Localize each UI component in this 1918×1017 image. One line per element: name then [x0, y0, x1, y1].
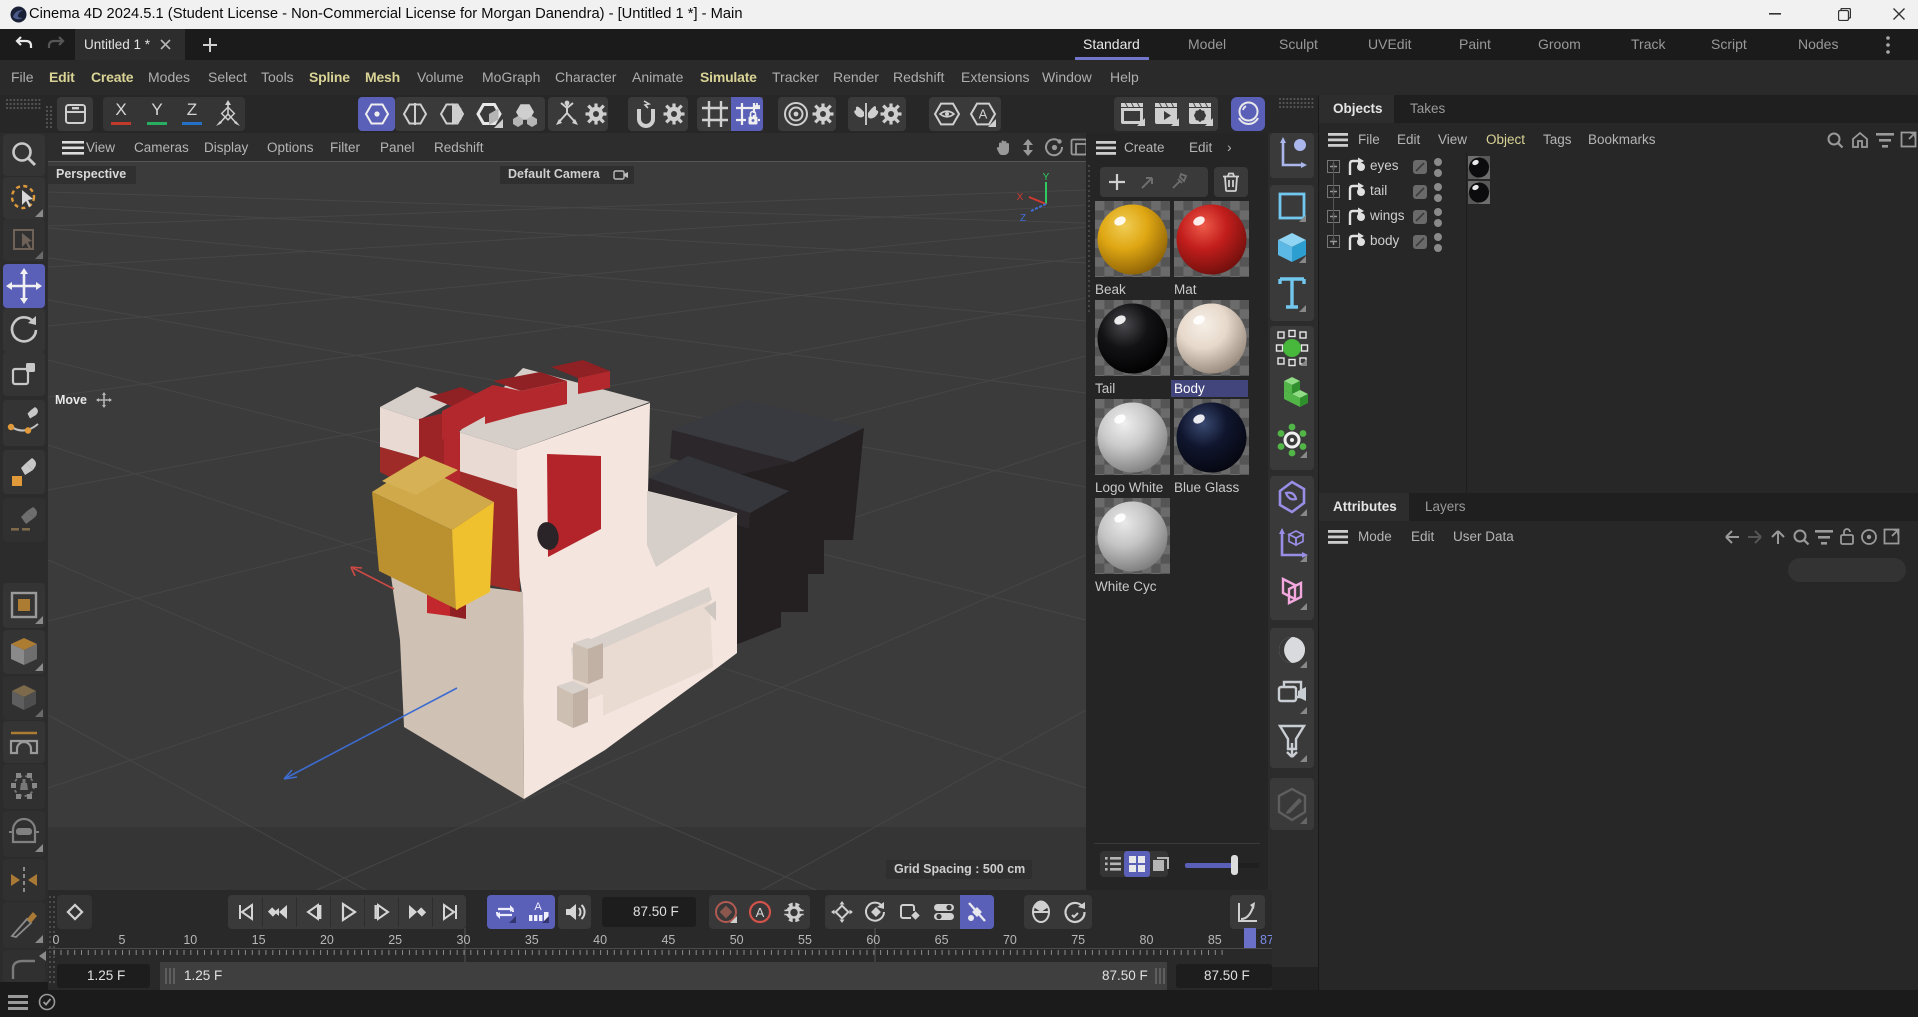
svg-text:87: 87	[1260, 933, 1272, 947]
svg-text:65: 65	[935, 933, 949, 947]
svg-text:40: 40	[593, 933, 607, 947]
svg-text:Y: Y	[1043, 172, 1050, 183]
svg-text:25: 25	[388, 933, 402, 947]
svg-text:A: A	[979, 107, 988, 122]
svg-text:0: 0	[53, 933, 60, 947]
svg-text:80: 80	[1140, 933, 1154, 947]
svg-text:85: 85	[1208, 933, 1222, 947]
svg-text:30: 30	[457, 933, 471, 947]
svg-text:35: 35	[525, 933, 539, 947]
svg-text:5: 5	[119, 933, 126, 947]
svg-text:45: 45	[661, 933, 675, 947]
svg-text:55: 55	[798, 933, 812, 947]
svg-text:X: X	[1017, 192, 1024, 203]
svg-text:50: 50	[730, 933, 744, 947]
svg-text:75: 75	[1071, 933, 1085, 947]
svg-text:10: 10	[183, 933, 197, 947]
svg-text:Z: Z	[1020, 213, 1026, 224]
svg-text:15: 15	[252, 933, 266, 947]
svg-text:70: 70	[1003, 933, 1017, 947]
svg-text:60: 60	[866, 933, 880, 947]
svg-text:20: 20	[320, 933, 334, 947]
